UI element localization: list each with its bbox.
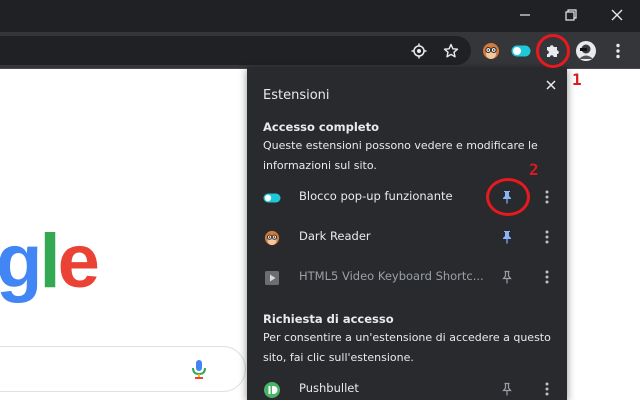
- pin-button[interactable]: [498, 227, 516, 247]
- extension-name: Dark Reader: [299, 229, 371, 243]
- location-target-icon[interactable]: [407, 39, 431, 63]
- annotation-label-2: 2: [529, 160, 539, 179]
- toggle-icon: [263, 189, 281, 207]
- section-title-access-request: Richiesta di accesso: [263, 312, 394, 326]
- pin-button[interactable]: [498, 267, 516, 287]
- section-title-full-access: Accesso completo: [263, 120, 379, 134]
- close-icon: [546, 80, 556, 90]
- extension-name: Blocco pop-up funzionante: [299, 189, 453, 203]
- extension-row[interactable]: Pushbullet: [247, 369, 567, 400]
- extension-name: Pushbullet: [299, 381, 359, 395]
- restore-button[interactable]: [548, 0, 594, 30]
- more-vert-icon: [545, 230, 549, 244]
- annotation-label-1: 1: [572, 70, 582, 89]
- extension-row[interactable]: Dark Reader: [247, 217, 567, 257]
- minimize-button[interactable]: [502, 0, 548, 30]
- more-vert-icon: [545, 270, 549, 284]
- panel-title: Estensioni: [263, 88, 330, 103]
- close-icon: [611, 9, 623, 21]
- pin-button[interactable]: [498, 379, 516, 399]
- bookmark-star-icon[interactable]: [439, 39, 463, 63]
- profile-avatar[interactable]: [574, 39, 598, 63]
- pin-outline-icon: [502, 382, 512, 396]
- extension-name: HTML5 Video Keyboard Shortc...: [299, 269, 484, 283]
- minimize-icon: [520, 14, 530, 16]
- pin-outline-icon: [502, 270, 512, 284]
- more-options-button[interactable]: [539, 227, 555, 247]
- toggle-extension-icon[interactable]: [509, 39, 533, 63]
- annotation-circle-extensions: [536, 34, 570, 68]
- section-desc-access-request: Per consentire a un'estensione di accede…: [263, 331, 551, 364]
- pushbullet-icon: [263, 381, 281, 399]
- menu-kebab-icon[interactable]: [606, 39, 630, 63]
- more-options-button[interactable]: [539, 379, 555, 399]
- logo-letter-e: e: [57, 219, 100, 304]
- video-play-icon: [263, 269, 281, 287]
- pin-icon: [503, 231, 511, 244]
- title-bar: [0, 0, 640, 32]
- address-bar[interactable]: [0, 36, 471, 65]
- logo-letter-g: g: [0, 219, 42, 304]
- extensions-panel: Estensioni Accesso completo Queste esten…: [247, 67, 567, 400]
- panel-close-button[interactable]: [541, 75, 561, 95]
- extension-row[interactable]: HTML5 Video Keyboard Shortc...: [247, 257, 567, 297]
- google-logo[interactable]: gle: [0, 224, 100, 300]
- microphone-icon[interactable]: [191, 359, 211, 381]
- annotation-circle-pin: [486, 178, 530, 216]
- more-vert-icon: [545, 190, 549, 204]
- more-vert-icon: [545, 382, 549, 396]
- more-options-button[interactable]: [539, 187, 555, 207]
- close-window-button[interactable]: [594, 0, 640, 30]
- dark-reader-extension-icon[interactable]: [479, 39, 503, 63]
- restore-icon: [565, 9, 577, 21]
- logo-letter-l: l: [39, 219, 60, 304]
- search-input[interactable]: [0, 346, 246, 392]
- dark-reader-icon: [263, 229, 281, 247]
- section-desc-full-access: Queste estensioni possono vedere e modif…: [263, 139, 538, 172]
- more-options-button[interactable]: [539, 267, 555, 287]
